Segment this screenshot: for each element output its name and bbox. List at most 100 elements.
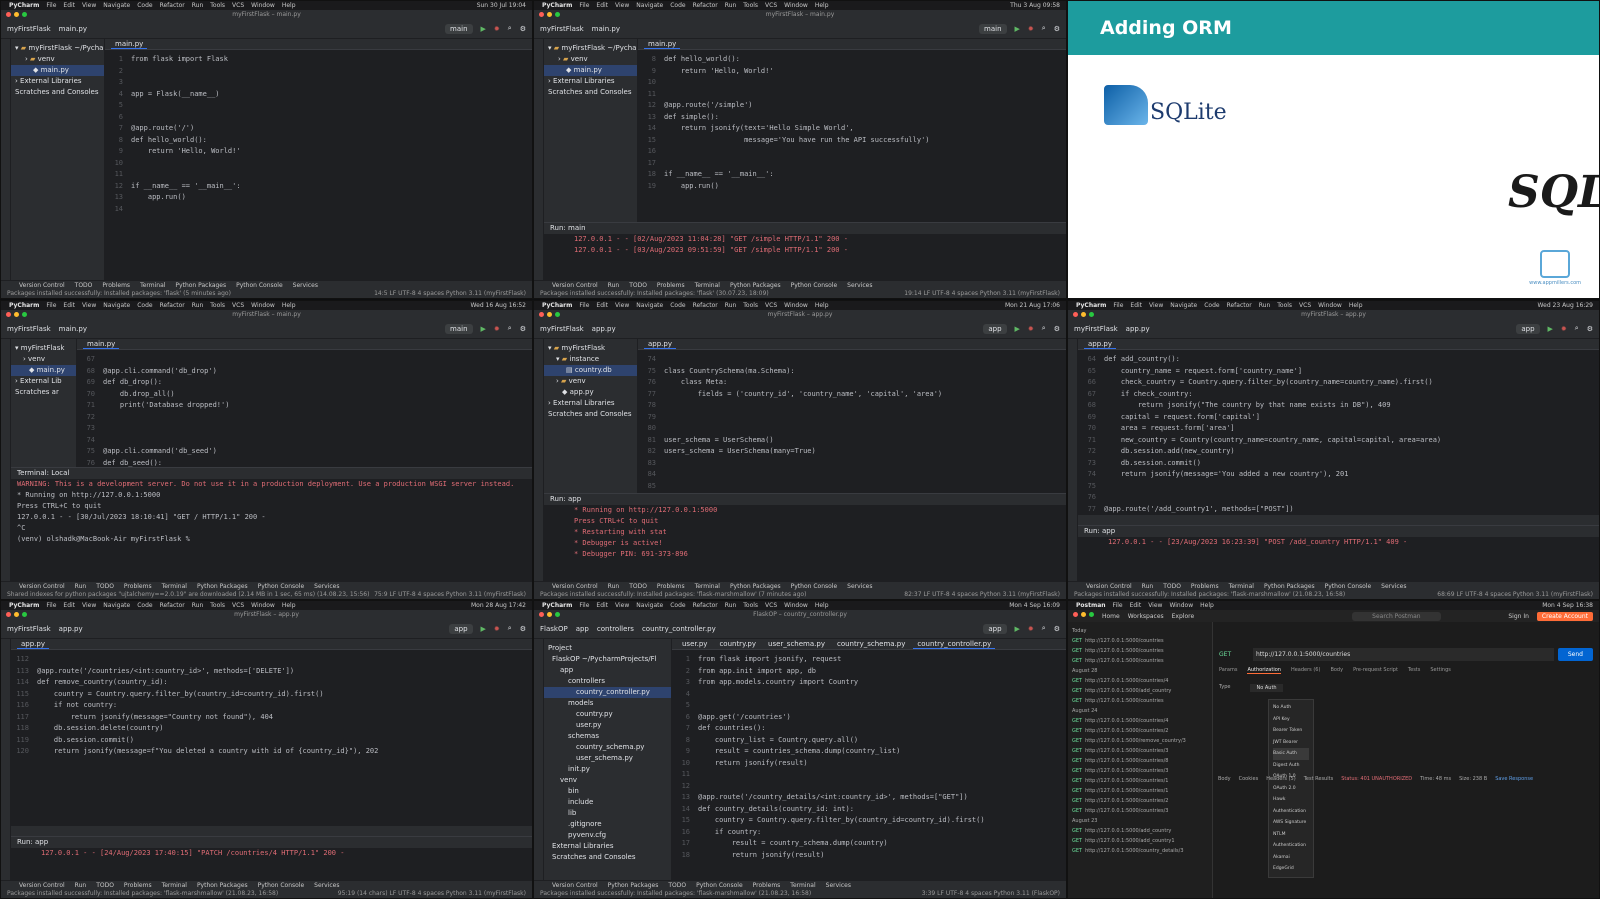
run-tab[interactable]: app [568, 495, 581, 503]
create-account-button[interactable]: Create Account [1536, 611, 1593, 621]
search-icon[interactable]: ⌕ [508, 624, 512, 633]
menu-view[interactable]: View [615, 2, 629, 9]
save-response-button[interactable]: Save Response [1495, 776, 1533, 782]
project-widget[interactable]: myFirstFlask [1074, 325, 1118, 333]
tree-item[interactable]: External Libraries [544, 841, 671, 852]
tree-item[interactable]: user.py [544, 720, 671, 731]
debug-icon[interactable]: ✹ [1561, 325, 1567, 333]
search-icon[interactable]: ⌕ [1042, 324, 1046, 333]
menu-navigate[interactable]: Navigate [636, 302, 663, 309]
auth-option[interactable]: NTLM Authentication [1273, 829, 1309, 852]
tool-window-button[interactable]: Terminal [695, 583, 720, 590]
menu-run[interactable]: Run [192, 2, 204, 9]
zoom-window-button[interactable] [1089, 612, 1094, 617]
tool-window-button[interactable]: Python Packages [730, 583, 781, 590]
menu-tools[interactable]: Tools [1277, 302, 1292, 309]
menu-file[interactable]: File [46, 302, 56, 309]
menu-run[interactable]: Run [725, 602, 737, 609]
tool-window-button[interactable]: Terminal [695, 282, 720, 289]
editor-tab[interactable]: country_controller.py [913, 640, 996, 649]
menu-help[interactable]: Help [282, 302, 296, 309]
tree-item[interactable]: controllers [544, 676, 671, 687]
tree-item[interactable]: › ▰ venv [11, 54, 104, 65]
tree-item[interactable]: Scratches and Consoles [544, 87, 637, 98]
history-item[interactable]: GET http://127.0.0.1:5000/countries/3 [1072, 766, 1208, 776]
menu-vcs[interactable]: VCS [1299, 302, 1311, 309]
menu-window[interactable]: Window [1318, 302, 1342, 309]
close-window-button[interactable] [1073, 312, 1078, 317]
run-icon[interactable]: ▶ [481, 625, 486, 633]
minimize-window-button[interactable] [14, 312, 19, 317]
menu-refactor[interactable]: Refactor [160, 302, 185, 309]
code-editor[interactable]: app.py 112 113 @app.route('/countries/<int… [11, 639, 532, 826]
close-window-button[interactable] [6, 12, 11, 17]
menu-edit[interactable]: Edit [1130, 602, 1142, 609]
breadcrumb-file[interactable]: country_controller.py [642, 625, 716, 633]
history-item[interactable]: GET http://127.0.0.1:5000/remove_country/… [1072, 736, 1208, 746]
tree-item[interactable]: FlaskOP ~/PycharmProjects/Fl [544, 654, 671, 665]
tool-window-button[interactable]: Problems [124, 882, 152, 889]
menu-help[interactable]: Help [815, 302, 829, 309]
menu-run[interactable]: Run [1259, 302, 1271, 309]
menu-view[interactable]: View [82, 602, 96, 609]
tree-item[interactable]: ◆ app.py [544, 387, 637, 398]
run-icon[interactable]: ▶ [1015, 625, 1020, 633]
menu-run[interactable]: Run [725, 2, 737, 9]
history-item[interactable]: GET http://127.0.0.1:5000/countries [1072, 646, 1208, 656]
project-widget[interactable]: myFirstFlask [7, 25, 51, 33]
code-editor[interactable]: main.py 67 68 @app.cli.command('db_drop') 6… [77, 339, 532, 467]
history-item[interactable]: GET http://127.0.0.1:5000/countries/3 [1072, 746, 1208, 756]
tool-window-button[interactable]: Services [1381, 583, 1406, 590]
tree-item[interactable]: ▾ ▰ myFirstFlask [544, 343, 637, 354]
breadcrumb-controllers[interactable]: controllers [597, 625, 634, 633]
tool-window-button[interactable]: Python Packages [1264, 583, 1315, 590]
tool-window-button[interactable]: Run [75, 882, 87, 889]
menu-refactor[interactable]: Refactor [693, 602, 718, 609]
tool-window-button[interactable]: Run [1142, 583, 1154, 590]
run-tab[interactable]: app [1102, 527, 1115, 535]
menu-view[interactable]: View [615, 602, 629, 609]
tree-item[interactable]: user_schema.py [544, 753, 671, 764]
tool-window-button[interactable]: Problems [753, 882, 781, 889]
send-button[interactable]: Send [1557, 648, 1593, 661]
menu-tools[interactable]: Tools [743, 2, 758, 9]
tree-item[interactable]: › ▰ venv [544, 54, 637, 65]
auth-option[interactable]: AWS Signature [1273, 817, 1309, 829]
tree-item[interactable]: ▾ myFirstFlask [11, 343, 76, 354]
tree-item[interactable]: init.py [544, 764, 671, 775]
request-tab[interactable]: Pre-request Script [1353, 667, 1398, 674]
menu-window[interactable]: Window [1169, 602, 1193, 609]
tool-window-button[interactable]: Python Packages [175, 282, 226, 289]
tool-window-button[interactable]: Run [608, 282, 620, 289]
auth-option[interactable]: Hawk Authentication [1273, 794, 1309, 817]
menu-file[interactable]: File [579, 302, 589, 309]
auth-option[interactable]: Basic Auth [1273, 748, 1309, 760]
menu-vcs[interactable]: VCS [232, 602, 244, 609]
auth-type-select[interactable]: No Auth [1250, 684, 1283, 692]
tree-item[interactable]: country.py [544, 709, 671, 720]
menu-navigate[interactable]: Navigate [103, 2, 130, 9]
file-crumb[interactable]: main.py [592, 25, 620, 33]
editor-tab[interactable]: app.py [644, 340, 676, 349]
tool-window-button[interactable]: TODO [629, 282, 647, 289]
file-crumb[interactable]: main.py [59, 25, 87, 33]
run-icon[interactable]: ▶ [1015, 325, 1020, 333]
debug-icon[interactable]: ✹ [494, 325, 500, 333]
project-widget[interactable]: myFirstFlask [540, 25, 584, 33]
settings-icon[interactable]: ⚙ [1054, 325, 1060, 333]
history-item[interactable]: GET http://127.0.0.1:5000/countries [1072, 636, 1208, 646]
project-widget[interactable]: myFirstFlask [540, 325, 584, 333]
history-item[interactable]: GET http://127.0.0.1:5000/countries/4 [1072, 676, 1208, 686]
run-icon[interactable]: ▶ [1548, 325, 1553, 333]
menu-code[interactable]: Code [137, 602, 152, 609]
minimize-window-button[interactable] [547, 612, 552, 617]
tree-item[interactable]: country_schema.py [544, 742, 671, 753]
tree-item[interactable]: › External Lib [11, 376, 76, 387]
tool-window-button[interactable]: Problems [102, 282, 130, 289]
menu-refactor[interactable]: Refactor [160, 602, 185, 609]
menu-help[interactable]: Help [282, 602, 296, 609]
request-tab[interactable]: Settings [1430, 667, 1451, 674]
tree-item[interactable]: ▾ ▰ myFirstFlask ~/PycharmProjects [11, 43, 104, 54]
history-item[interactable]: GET http://127.0.0.1:5000/countries/1 [1072, 786, 1208, 796]
menu-view[interactable]: View [82, 302, 96, 309]
